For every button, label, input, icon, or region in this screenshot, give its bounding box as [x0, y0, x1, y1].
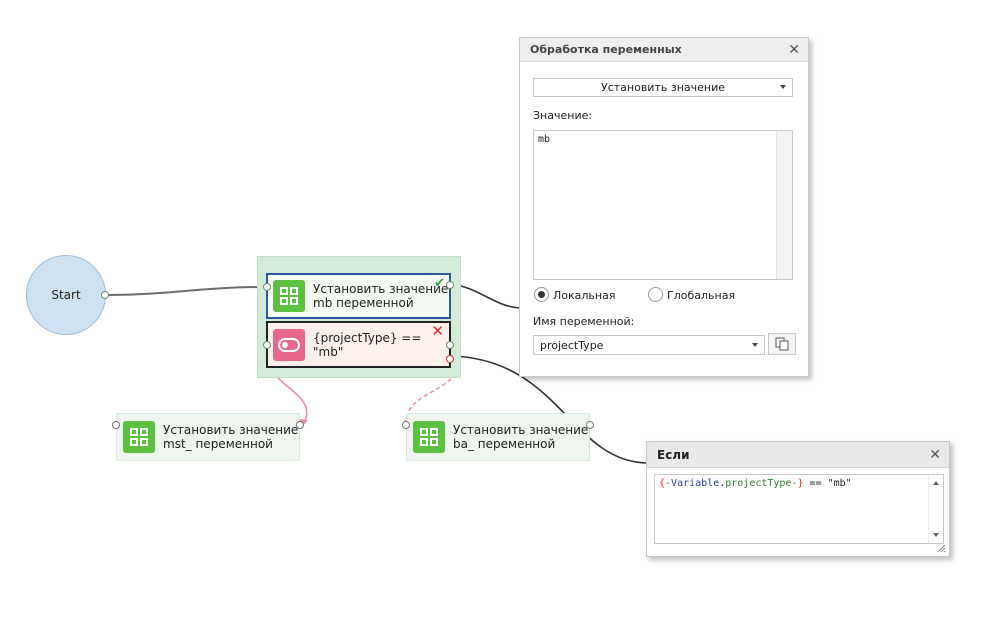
panel-header: Если ✕ [647, 442, 949, 468]
scope-local-radio[interactable] [534, 287, 549, 302]
error-x-icon: ✕ [431, 322, 444, 340]
grid-icon [273, 280, 305, 312]
copy-icon [775, 337, 789, 351]
expr-close: -} [791, 478, 804, 489]
resize-grip-icon[interactable] [936, 543, 946, 553]
input-port[interactable] [402, 421, 410, 429]
close-icon[interactable]: ✕ [788, 42, 800, 58]
link-set-mb-to-panel [451, 284, 521, 309]
var-name-label: Имя переменной: [533, 315, 635, 328]
action-select-value: Установить значение [601, 81, 725, 94]
block-set-ba-variable[interactable]: Установить значение ba_ переменной [402, 413, 594, 461]
copy-button[interactable] [768, 333, 796, 355]
scope-local-label: Локальная [553, 289, 616, 302]
expr-prop: projectType [725, 478, 792, 489]
scroll-up-icon[interactable] [933, 481, 939, 485]
block-label: Установить значение ba_ переменной [453, 423, 589, 451]
block-set-mb-variable[interactable]: Установить значение mb переменной ✔ [263, 273, 454, 319]
scrollbar[interactable] [928, 475, 943, 543]
expr-var: Variable [671, 478, 720, 489]
output-port[interactable] [446, 281, 454, 289]
expr-open: {- [659, 478, 672, 489]
input-port[interactable] [263, 341, 271, 349]
start-output-port[interactable] [101, 291, 109, 299]
value-label: Значение: [533, 109, 593, 122]
grid-icon [413, 421, 445, 453]
var-name-value: projectType [540, 338, 604, 352]
start-label: Start [51, 288, 81, 302]
true-output-port[interactable] [446, 341, 454, 349]
value-textarea[interactable]: mb [533, 130, 793, 280]
block-condition[interactable]: {projectType} == "mb" ✕ [263, 321, 454, 368]
block-label: Установить значение mb переменной [313, 282, 449, 310]
expr-rest: == "mb" [803, 478, 852, 489]
grid-icon [123, 421, 155, 453]
toggle-icon [273, 328, 305, 361]
scope-global-label: Глобальная [667, 289, 736, 302]
scrollbar[interactable] [776, 131, 792, 279]
condition-editor[interactable]: {-Variable.projectType-} == "mb" [654, 474, 944, 544]
scope-global-radio[interactable] [648, 287, 663, 302]
input-port[interactable] [112, 421, 120, 429]
output-port[interactable] [296, 421, 304, 429]
panel-title: Обработка переменных [530, 43, 682, 56]
var-name-select[interactable]: projectType [533, 335, 765, 355]
block-label: Установить значение mst_ переменной [163, 423, 299, 451]
chevron-down-icon [752, 343, 758, 347]
block-label: {projectType} == "mb" [313, 330, 422, 359]
panel-header: Обработка переменных ✕ [520, 38, 808, 62]
scroll-down-icon[interactable] [933, 533, 939, 537]
close-icon[interactable]: ✕ [929, 447, 941, 463]
success-check-icon: ✔ [434, 276, 445, 291]
chevron-down-icon [780, 85, 786, 89]
block-set-mst-variable[interactable]: Установить значение mst_ переменной [112, 413, 304, 461]
output-port[interactable] [586, 421, 594, 429]
start-node[interactable]: Start [26, 255, 109, 335]
action-select[interactable]: Установить значение [533, 78, 793, 97]
false-output-port[interactable] [446, 355, 454, 363]
link-start-to-set-mb [105, 286, 265, 296]
value-text: mb [538, 134, 551, 145]
input-port[interactable] [263, 283, 271, 291]
variable-processing-panel: Обработка переменных ✕ Установить значен… [519, 37, 809, 377]
panel-title: Если [657, 447, 690, 462]
if-condition-panel: Если ✕ {-Variable.projectType-} == "mb" [646, 441, 950, 557]
